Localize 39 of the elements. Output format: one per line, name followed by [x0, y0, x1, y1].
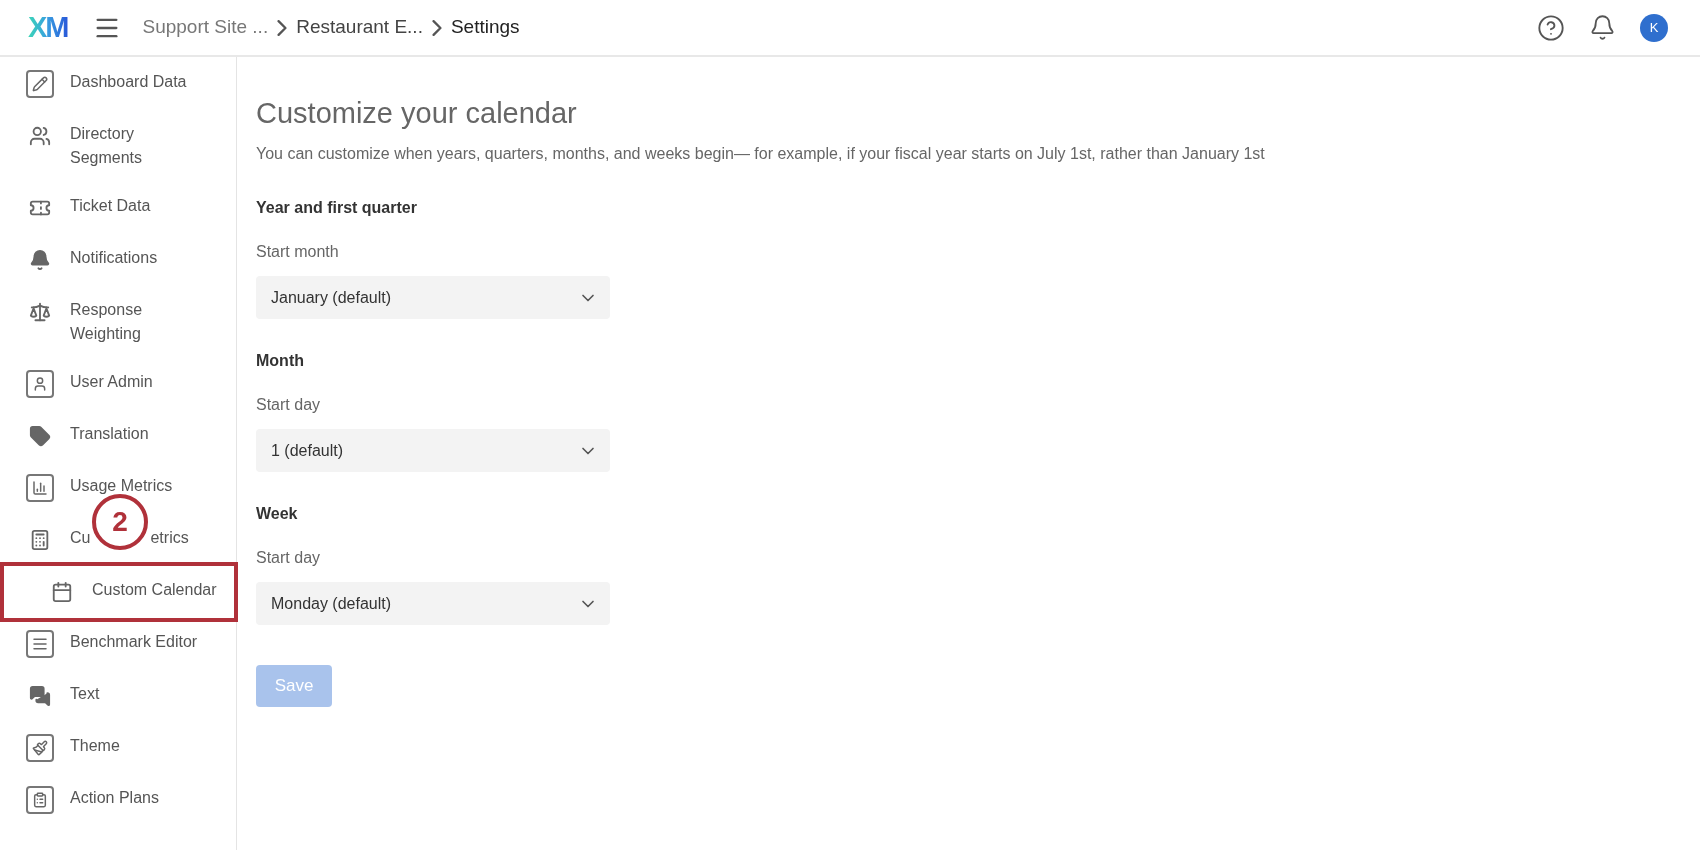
person-icon	[26, 370, 54, 398]
sidebar-item[interactable]: Custom Calendar	[0, 562, 238, 622]
sidebar-item[interactable]: Theme	[26, 722, 236, 774]
select-dropdown[interactable]: January (default)	[256, 276, 610, 319]
item-label: Cu	[70, 528, 91, 548]
select-dropdown[interactable]: 1 (default)	[256, 429, 610, 472]
callout-badge: 2	[92, 494, 148, 550]
chevron-icon	[277, 19, 288, 36]
section-heading: Month	[256, 351, 305, 371]
avatar[interactable]: K	[1640, 13, 1668, 42]
field-label: Start month	[256, 242, 340, 262]
breadcrumb-link[interactable]: Support Site ...	[142, 13, 269, 42]
breadcrumb-link[interactable]: Restaurant E...	[296, 13, 423, 42]
sidebar-item[interactable]: Translation	[26, 410, 236, 462]
sidebar-item[interactable]: Action Plans	[26, 774, 236, 826]
clipboard-icon	[26, 786, 54, 814]
brush-icon	[26, 734, 54, 762]
sidebar-item[interactable]: Ticket Data	[26, 182, 236, 234]
help-icon[interactable]	[1537, 13, 1565, 42]
chevron-icon	[431, 19, 442, 36]
page-title: Customize your calendar	[256, 96, 578, 131]
list-icon	[26, 630, 54, 658]
breadcrumb-link[interactable]: Settings	[450, 13, 520, 42]
bar-chart-icon	[26, 474, 54, 502]
item-label: etrics	[150, 528, 189, 548]
sidebar-item[interactable]: Dashboard Data	[26, 58, 236, 110]
sidebar-item[interactable]: Response Weighting	[26, 286, 236, 358]
sidebar-item[interactable]: Notifications	[26, 234, 236, 286]
sidebar-item[interactable]: Directory Segments	[26, 110, 236, 182]
page-description: You can customize when years, quarters, months, and weeks begin— for example, if your fiscal year starts on July 1st, rather than January 1st	[256, 144, 1266, 164]
pencil-icon	[26, 70, 54, 98]
select-dropdown[interactable]: Monday (default)	[256, 582, 610, 625]
bell-icon[interactable]	[1589, 14, 1616, 41]
section-heading: Week	[256, 504, 299, 524]
field-label: Start day	[256, 395, 322, 415]
sidebar-item[interactable]: Text	[26, 670, 236, 722]
sidebar-item[interactable]: User Admin	[26, 358, 236, 410]
field-label: Start day	[256, 548, 322, 568]
section-heading: Year and first quarter	[256, 198, 418, 218]
